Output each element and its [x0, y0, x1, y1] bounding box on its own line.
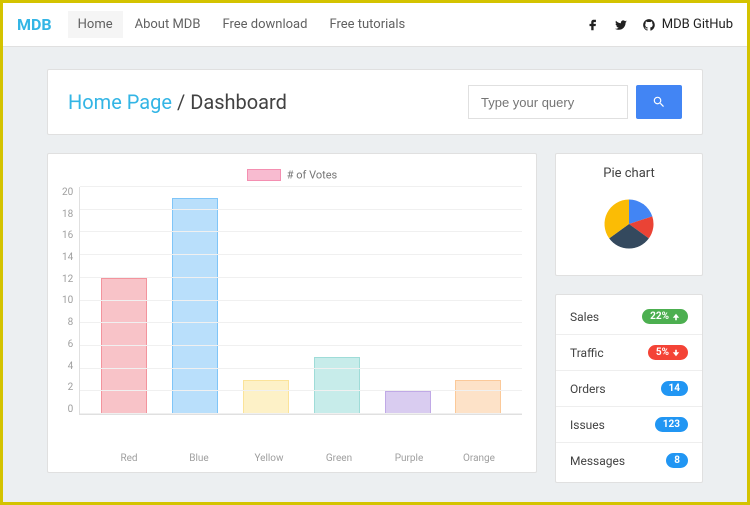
x-label: Red	[106, 453, 152, 464]
bars	[80, 187, 522, 414]
stat-label: Issues	[570, 418, 605, 432]
search-button[interactable]	[636, 85, 682, 119]
pie-title: Pie chart	[568, 166, 690, 181]
nav-about[interactable]: About MDB	[125, 11, 211, 38]
breadcrumb: Home Page / Dashboard	[68, 90, 287, 114]
stat-label: Sales	[570, 310, 599, 324]
stat-badge: 22%	[642, 309, 688, 324]
search-group	[468, 85, 682, 119]
nav-download[interactable]: Free download	[212, 11, 317, 38]
stat-badge: 8	[666, 453, 688, 468]
stat-sales[interactable]: Sales 22%	[556, 299, 702, 335]
nav-tutorials[interactable]: Free tutorials	[319, 11, 415, 38]
github-link[interactable]: MDB GitHub	[642, 17, 733, 32]
bar-red[interactable]	[101, 278, 147, 414]
bar-chart-card: # of Votes 20181614121086420 Red Blue Yell…	[47, 153, 537, 473]
y-axis: 20181614121086420	[62, 187, 79, 415]
x-axis: Red Blue Yellow Green Purple Orange	[86, 447, 522, 464]
twitter-icon[interactable]	[614, 18, 628, 32]
plot-area	[79, 187, 522, 415]
arrow-down-icon	[672, 349, 680, 357]
stat-label: Traffic	[570, 346, 604, 360]
chart-legend: # of Votes	[62, 164, 522, 183]
nav-right: MDB GitHub	[586, 17, 733, 32]
bar-green[interactable]	[314, 357, 360, 414]
pie-chart-card: Pie chart	[555, 153, 703, 276]
pie-chart	[594, 189, 664, 259]
x-label: Blue	[176, 453, 222, 464]
x-label: Orange	[456, 453, 502, 464]
bar-chart: 20181614121086420	[62, 187, 522, 447]
stat-label: Orders	[570, 382, 606, 396]
x-label: Purple	[386, 453, 432, 464]
search-icon	[652, 95, 666, 109]
search-input[interactable]	[468, 85, 628, 119]
breadcrumb-current: Dashboard	[190, 90, 287, 114]
github-icon	[642, 18, 656, 32]
brand-logo[interactable]: MDB	[17, 15, 52, 34]
bar-orange[interactable]	[455, 380, 501, 414]
bar-yellow[interactable]	[243, 380, 289, 414]
breadcrumb-home[interactable]: Home Page	[68, 90, 172, 114]
stat-traffic[interactable]: Traffic 5%	[556, 335, 702, 371]
breadcrumb-sep: /	[172, 90, 190, 114]
legend-label: # of Votes	[287, 168, 337, 181]
github-label: MDB GitHub	[662, 17, 733, 32]
x-label: Yellow	[246, 453, 292, 464]
stat-messages[interactable]: Messages 8	[556, 443, 702, 478]
arrow-up-icon	[672, 313, 680, 321]
main-row: # of Votes 20181614121086420 Red Blue Yell…	[47, 153, 703, 483]
stat-badge: 5%	[648, 345, 688, 360]
nav-home[interactable]: Home	[68, 11, 123, 38]
x-label: Green	[316, 453, 362, 464]
stat-orders[interactable]: Orders 14	[556, 371, 702, 407]
legend-swatch	[247, 169, 281, 181]
stat-badge: 123	[655, 417, 688, 432]
content: Home Page / Dashboard # of Votes 2018161…	[3, 47, 747, 483]
stat-label: Messages	[570, 454, 625, 468]
sidebar: Pie chart Sales 22% Traffic 5% Orders 14 Issue…	[555, 153, 703, 483]
header-card: Home Page / Dashboard	[47, 69, 703, 135]
stat-issues[interactable]: Issues 123	[556, 407, 702, 443]
stat-badge: 14	[661, 381, 688, 396]
nav-links: Home About MDB Free download Free tutori…	[68, 11, 586, 38]
facebook-icon[interactable]	[586, 18, 600, 32]
stats-list: Sales 22% Traffic 5% Orders 14 Issues 123 Messag…	[555, 294, 703, 483]
navbar: MDB Home About MDB Free download Free tu…	[3, 3, 747, 47]
bar-purple[interactable]	[385, 391, 431, 414]
